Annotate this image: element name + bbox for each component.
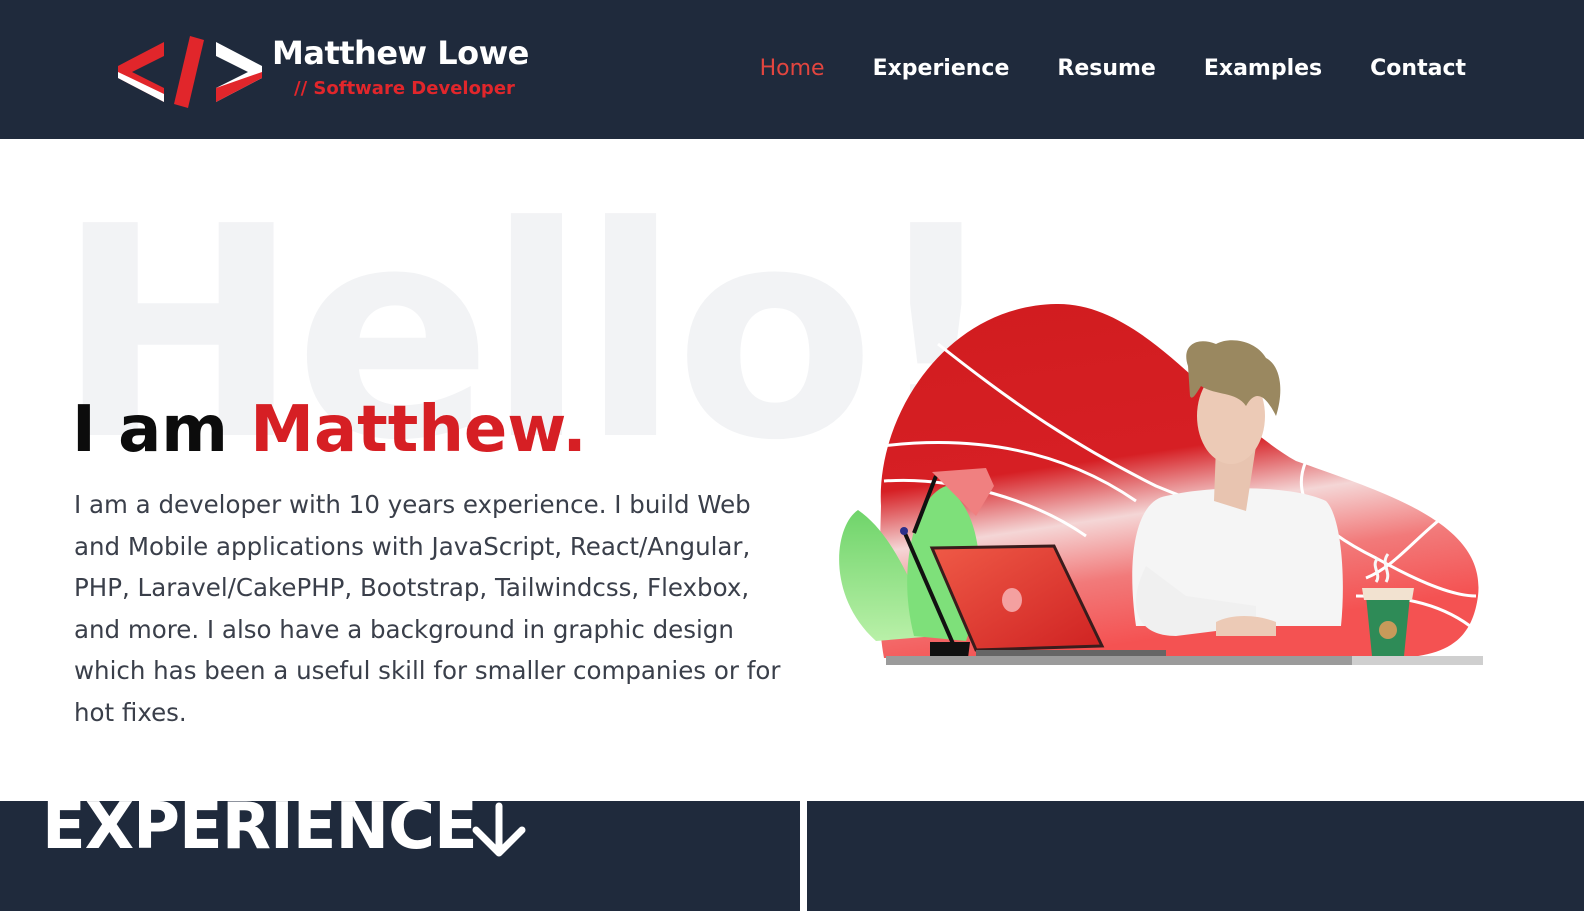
- logo-name: Matthew Lowe: [272, 34, 529, 72]
- site-header: Matthew Lowe // Software Developer Home …: [0, 0, 1584, 139]
- headline-name: Matthew.: [250, 393, 587, 467]
- experience-panel-right: [807, 801, 1584, 911]
- nav-home[interactable]: Home: [760, 52, 825, 86]
- headline-prefix: I am: [72, 393, 251, 467]
- developer-at-desk-illustration: [839, 303, 1483, 665]
- site-logo[interactable]: Matthew Lowe // Software Developer: [116, 30, 536, 112]
- nav-examples[interactable]: Examples: [1204, 52, 1322, 86]
- arrow-down-icon[interactable]: [470, 802, 528, 860]
- experience-heading[interactable]: EXPERIENCE: [42, 790, 478, 864]
- nav-experience[interactable]: Experience: [873, 52, 1010, 86]
- main-nav: Home Experience Resume Examples Contact: [712, 52, 1466, 86]
- nav-contact[interactable]: Contact: [1370, 52, 1466, 86]
- hero-headline: I am Matthew.: [72, 388, 587, 472]
- hero-intro: I am a developer with 10 years experienc…: [74, 490, 781, 727]
- nav-resume[interactable]: Resume: [1057, 52, 1155, 86]
- logo-subtitle: // Software Developer: [294, 78, 515, 99]
- code-brackets-logo-icon: [118, 36, 262, 108]
